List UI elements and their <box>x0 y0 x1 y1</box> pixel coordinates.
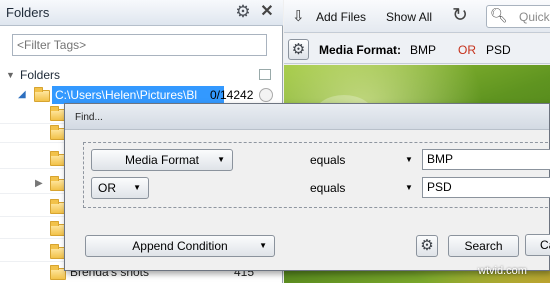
logic-dropdown[interactable]: OR ▼ <box>91 177 149 199</box>
quick-search-placeholder: Quick <box>519 10 550 24</box>
find-dialog-titlebar[interactable]: Find... <box>65 104 549 130</box>
filter-key: Media Format: <box>319 43 402 57</box>
logic-dropdown-label: OR <box>98 181 116 195</box>
filter-tags-input[interactable] <box>12 34 267 56</box>
chevron-down-icon: ▼ <box>217 155 225 164</box>
collapse-triangle-icon[interactable]: ▼ <box>6 70 15 80</box>
condition-value-input[interactable]: PSD <box>422 177 550 198</box>
watermark: wtvid.com <box>478 265 527 277</box>
dialog-settings-button[interactable]: ⚙ <box>416 235 438 257</box>
quick-search-input[interactable]: 🔍︎ Quick <box>486 5 550 28</box>
folders-section-header[interactable]: ▼ Folders <box>0 65 283 85</box>
folders-section-label: Folders <box>20 68 61 82</box>
cancel-button-label: Ca <box>540 238 550 252</box>
condition-value: BMP <box>427 152 454 166</box>
filter-settings-button[interactable]: ⚙ <box>288 39 309 60</box>
folders-panel-title: Folders <box>6 5 50 20</box>
append-condition-button[interactable]: Append Condition ▼ <box>85 235 275 257</box>
selected-folder-path: C:\Users\Helen\Pictures\Bl <box>52 86 224 104</box>
condition-value-input[interactable]: BMP <box>422 149 550 170</box>
gear-icon: ⚙ <box>291 41 306 58</box>
filter-summary-bar: ⚙ Media Format: BMP OR PSD <box>284 34 550 64</box>
selected-folder-row[interactable]: ◢ C:\Users\Helen\Pictures\Bl 0/14242 <box>18 86 283 104</box>
chevron-down-icon: ▼ <box>259 241 267 250</box>
selected-folder-count: 0/14242 <box>210 88 254 102</box>
expand-triangle-icon[interactable]: ◢ <box>18 89 26 100</box>
search-button-label: Search <box>464 239 503 253</box>
gear-icon: ⚙ <box>420 237 434 254</box>
filter-value-1: BMP <box>410 43 437 57</box>
add-files-icon: ⇩ <box>292 8 305 25</box>
gear-icon[interactable]: ⚙ <box>234 3 252 21</box>
magnifier-icon: 🔍︎ <box>490 7 508 23</box>
filter-operator: OR <box>458 43 476 57</box>
folders-panel-header: Folders ⚙ ✕ <box>0 0 283 26</box>
comparison-label[interactable]: equals <box>310 181 345 195</box>
find-dialog: Find... Media Format ▼ equals ▼ BMP OR ▼… <box>64 103 550 271</box>
close-icon[interactable]: ✕ <box>259 3 275 21</box>
chevron-down-icon: ▼ <box>133 183 141 192</box>
find-dialog-title: Find... <box>75 112 103 123</box>
field-dropdown-label: Media Format <box>124 153 200 167</box>
expand-arrow-icon[interactable]: ▶ <box>35 178 43 189</box>
section-checkbox[interactable] <box>259 69 271 80</box>
chevron-down-icon[interactable]: ▼ <box>405 155 413 164</box>
search-button[interactable]: Search <box>448 235 519 257</box>
filter-value-2: PSD <box>486 43 511 57</box>
folder-icon <box>34 87 50 102</box>
field-dropdown[interactable]: Media Format ▼ <box>91 149 233 171</box>
condition-value: PSD <box>427 180 452 194</box>
chevron-down-icon[interactable]: ▼ <box>405 183 413 192</box>
refresh-icon[interactable]: ↻ <box>452 4 468 27</box>
folder-radio[interactable] <box>259 88 273 102</box>
show-all-button[interactable]: Show All <box>386 10 432 24</box>
append-condition-label: Append Condition <box>132 239 228 253</box>
main-toolbar: ⇩ Add Files Show All ↻ 🔍︎ Quick <box>284 0 550 33</box>
cancel-button[interactable]: Ca <box>525 234 550 256</box>
add-files-label: Add Files <box>316 10 367 24</box>
comparison-label[interactable]: equals <box>310 153 345 167</box>
